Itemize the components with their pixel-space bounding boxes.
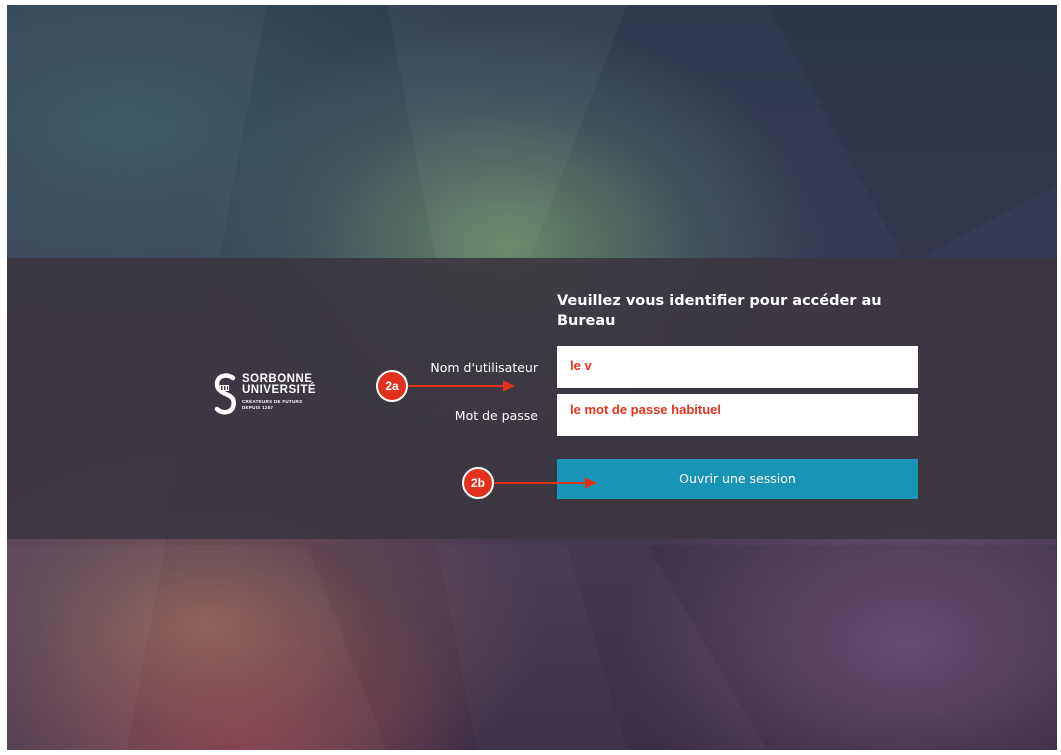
password-input[interactable]: le mot de passe habituel: [557, 394, 918, 436]
username-input[interactable]: le v: [557, 346, 918, 388]
sorbonne-logo: SORBONNE UNIVERSITÉ CRÉATEURS DE FUTURS …: [214, 370, 344, 430]
logo-tagline-year: DEPUIS 1257: [242, 404, 274, 410]
login-button[interactable]: Ouvrir une session: [557, 459, 918, 499]
logo-line-universite: UNIVERSITÉ: [242, 384, 317, 396]
login-screen: SORBONNE UNIVERSITÉ CRÉATEURS DE FUTURS …: [7, 5, 1057, 750]
sorbonne-s-icon: [214, 373, 237, 415]
annotation-marker-2a: 2a: [376, 370, 408, 402]
logo-wordmark: SORBONNE UNIVERSITÉ CRÉATEURS DE FUTURS …: [242, 373, 317, 410]
annotation-marker-2b: 2b: [462, 467, 494, 499]
login-heading: Veuillez vous identifier pour accéder au…: [557, 293, 882, 329]
password-label: Mot de passe: [454, 408, 538, 423]
